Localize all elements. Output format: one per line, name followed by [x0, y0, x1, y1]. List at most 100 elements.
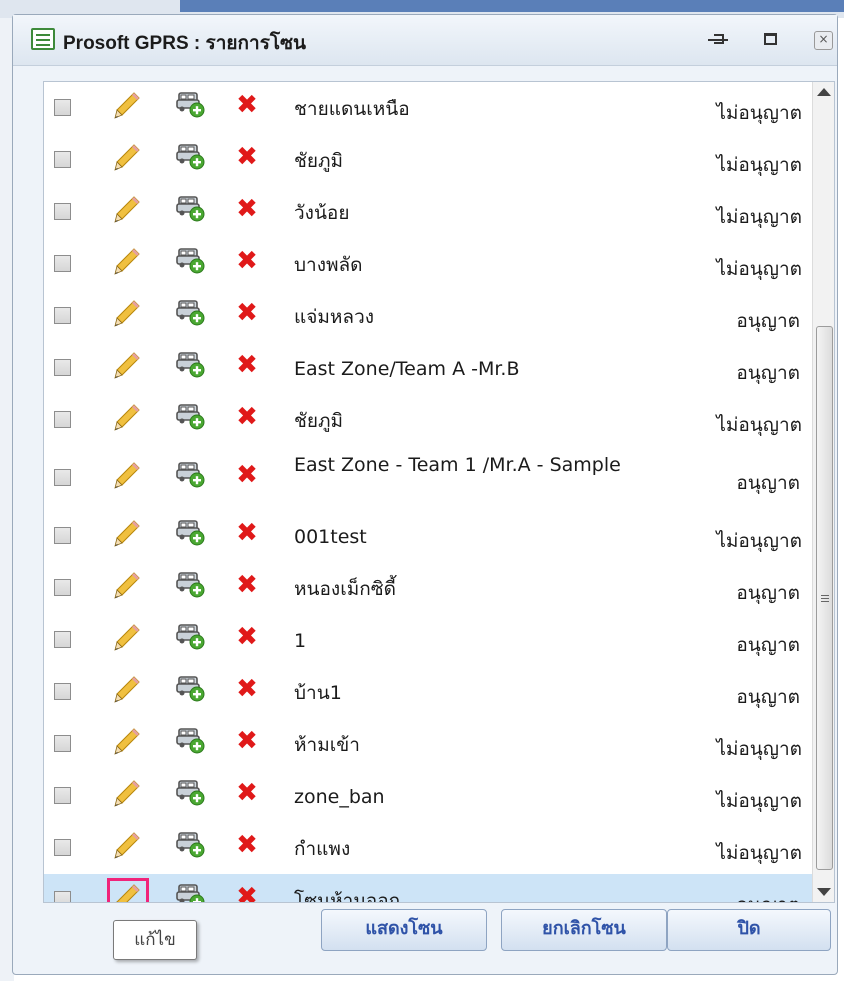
row-checkbox[interactable] — [54, 359, 71, 376]
row-checkbox[interactable] — [54, 891, 71, 902]
zone-status: อนุญาต — [736, 686, 800, 708]
table-row[interactable]: ✖ East Zone/Team A -Mr.B อนุญาต — [44, 342, 812, 394]
scroll-up-arrow-icon[interactable] — [817, 88, 831, 96]
zone-name: กำแพง — [294, 838, 351, 860]
car-add-icon[interactable] — [175, 246, 205, 274]
table-row[interactable]: ✖ แจ่มหลวง อนุญาต — [44, 290, 812, 342]
table-row[interactable]: ✖ 1 อนุญาต — [44, 614, 812, 666]
delete-icon[interactable]: ✖ — [234, 462, 260, 488]
delete-icon[interactable]: ✖ — [234, 404, 260, 430]
row-checkbox[interactable] — [54, 735, 71, 752]
table-row[interactable]: ✖ ห้ามเข้า ไม่อนุญาต — [44, 718, 812, 770]
scroll-down-arrow-icon[interactable] — [817, 888, 831, 896]
car-add-icon[interactable] — [175, 460, 205, 488]
zone-status: อนุญาต — [650, 890, 800, 902]
maximize-icon[interactable] — [758, 27, 784, 53]
car-add-icon[interactable] — [175, 830, 205, 858]
cancel-zone-button[interactable]: ยกเลิกโซน — [501, 909, 667, 951]
pencil-icon[interactable] — [112, 90, 142, 120]
table-row[interactable]: ✖ 001test ไม่อนุญาต — [44, 510, 812, 562]
row-checkbox[interactable] — [54, 411, 71, 428]
row-checkbox[interactable] — [54, 151, 71, 168]
pin-icon[interactable] — [706, 27, 732, 53]
pencil-icon[interactable] — [112, 830, 142, 860]
row-checkbox[interactable] — [54, 307, 71, 324]
zone-list-panel: ✖ ชายแดนเหนือ ไม่อนุญาต ✖ ชัยภูมิ ไม่อนุญาต ✖ ว… — [43, 81, 835, 903]
pencil-icon[interactable] — [112, 298, 142, 328]
row-checkbox[interactable] — [54, 527, 71, 544]
car-add-icon[interactable] — [175, 726, 205, 754]
row-checkbox[interactable] — [54, 787, 71, 804]
delete-icon[interactable]: ✖ — [234, 884, 260, 902]
car-add-icon[interactable] — [175, 402, 205, 430]
delete-icon[interactable]: ✖ — [234, 832, 260, 858]
pencil-icon[interactable] — [112, 518, 142, 548]
car-add-icon[interactable] — [175, 298, 205, 326]
car-add-icon[interactable] — [175, 778, 205, 806]
car-add-icon[interactable] — [175, 674, 205, 702]
table-row[interactable]: ✖ ชัยภูมิ ไม่อนุญาต — [44, 134, 812, 186]
car-add-icon[interactable] — [175, 194, 205, 222]
row-checkbox[interactable] — [54, 203, 71, 220]
delete-icon[interactable]: ✖ — [234, 624, 260, 650]
pencil-icon[interactable] — [112, 246, 142, 276]
pencil-icon[interactable] — [112, 622, 142, 652]
pencil-icon[interactable] — [112, 142, 142, 172]
delete-icon[interactable]: ✖ — [234, 196, 260, 222]
edit-tooltip: แก้ไข — [113, 920, 197, 960]
row-checkbox[interactable] — [54, 683, 71, 700]
delete-icon[interactable]: ✖ — [234, 780, 260, 806]
row-checkbox[interactable] — [54, 99, 71, 116]
zone-name: ชัยภูมิ — [294, 410, 344, 432]
table-row[interactable]: ✖ บ้าน1 อนุญาต — [44, 666, 812, 718]
table-row[interactable]: ✖ ชายแดนเหนือ ไม่อนุญาต — [44, 82, 812, 134]
pencil-icon[interactable] — [112, 726, 142, 756]
table-row[interactable]: ✖ กำแพง ไม่อนุญาต — [44, 822, 812, 874]
row-checkbox[interactable] — [54, 579, 71, 596]
pencil-icon[interactable] — [112, 570, 142, 600]
table-row[interactable]: ✖ โซนห้ามออก อนุญาต — [44, 874, 812, 902]
table-row[interactable]: ✖ วังน้อย ไม่อนุญาต — [44, 186, 812, 238]
row-checkbox[interactable] — [54, 469, 71, 486]
zone-status: ไม่อนุญาต — [716, 154, 802, 176]
pencil-icon[interactable] — [112, 460, 142, 490]
car-add-icon[interactable] — [175, 622, 205, 650]
table-row[interactable]: ✖ ชัยภูมิ ไม่อนุญาต — [44, 394, 812, 446]
scroll-thumb[interactable] — [816, 326, 833, 870]
delete-icon[interactable]: ✖ — [234, 144, 260, 170]
background-blue-bar — [180, 0, 844, 12]
car-add-icon[interactable] — [175, 570, 205, 598]
delete-icon[interactable]: ✖ — [234, 520, 260, 546]
car-add-icon[interactable] — [175, 90, 205, 118]
car-add-icon[interactable] — [175, 142, 205, 170]
row-checkbox[interactable] — [54, 255, 71, 272]
pencil-icon[interactable] — [112, 350, 142, 380]
delete-icon[interactable]: ✖ — [234, 248, 260, 274]
car-add-icon[interactable] — [175, 518, 205, 546]
vertical-scrollbar[interactable] — [812, 82, 834, 902]
close-button[interactable]: ปิด — [667, 909, 831, 951]
zone-name: หนองเม็กซิดี้ — [294, 578, 396, 600]
pencil-icon[interactable] — [112, 778, 142, 808]
car-add-icon[interactable] — [175, 882, 205, 902]
table-row[interactable]: ✖ หนองเม็กซิดี้ อนุญาต — [44, 562, 812, 614]
table-row[interactable]: ✖ zone_ban ไม่อนุญาต — [44, 770, 812, 822]
edit-highlight-box — [107, 878, 149, 902]
delete-icon[interactable]: ✖ — [234, 92, 260, 118]
row-checkbox[interactable] — [54, 839, 71, 856]
delete-icon[interactable]: ✖ — [234, 728, 260, 754]
show-zone-button[interactable]: แสดงโซน — [321, 909, 487, 951]
delete-icon[interactable]: ✖ — [234, 352, 260, 378]
delete-icon[interactable]: ✖ — [234, 676, 260, 702]
pencil-icon[interactable] — [112, 194, 142, 224]
row-checkbox[interactable] — [54, 631, 71, 648]
table-row[interactable]: ✖ บางพลัด ไม่อนุญาต — [44, 238, 812, 290]
pencil-icon[interactable] — [112, 402, 142, 432]
close-icon[interactable]: × — [810, 27, 836, 53]
delete-icon[interactable]: ✖ — [234, 572, 260, 598]
pencil-icon[interactable] — [112, 674, 142, 704]
delete-icon[interactable]: ✖ — [234, 300, 260, 326]
title-bar[interactable]: Prosoft GPRS : รายการโซน × — [13, 15, 837, 66]
table-row[interactable]: ✖ East Zone - Team 1 /Mr.A - Sample อนุญาต — [44, 446, 812, 510]
car-add-icon[interactable] — [175, 350, 205, 378]
